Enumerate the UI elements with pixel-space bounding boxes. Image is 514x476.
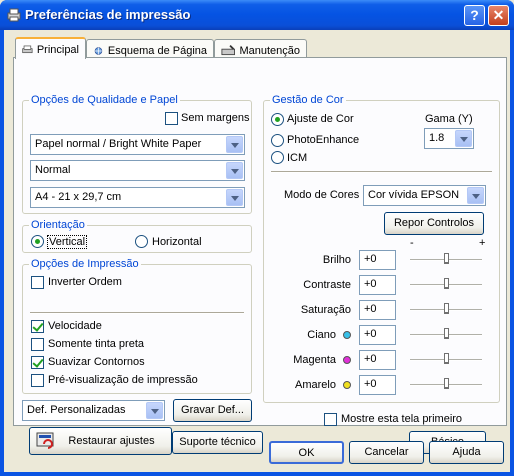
client-area: Principal Esquema de Página Manutenção O… — [4, 30, 510, 472]
quality-select[interactable]: Normal — [30, 160, 245, 181]
chevron-down-icon[interactable] — [455, 130, 472, 147]
tab-label: Esquema de Página — [107, 44, 207, 57]
landscape-radio[interactable] — [135, 235, 148, 248]
title-bar[interactable]: Preferências de impressão ? ✕ — [0, 0, 514, 30]
selected-value: A4 - 21 x 29,7 cm — [35, 191, 122, 203]
print-preview-checkbox[interactable] — [31, 374, 44, 387]
edge-smoothing-checkbox[interactable] — [31, 356, 44, 369]
icm-label: ICM — [287, 152, 308, 164]
brightness-input[interactable]: +0 — [359, 250, 396, 270]
printer-icon — [7, 8, 21, 22]
slider-label: Magenta — [293, 354, 336, 366]
black-ink-checkbox[interactable] — [31, 338, 44, 351]
borderless-label: Sem margens — [181, 112, 250, 124]
reverse-order-label: Inverter Ordem — [48, 276, 122, 288]
brightness-slider-thumb[interactable] — [444, 253, 449, 264]
color-controls-label: Ajuste de Cor — [287, 113, 354, 125]
selected-value: Def. Personalizadas — [27, 404, 126, 416]
cancel-button[interactable]: Cancelar — [349, 441, 424, 464]
group-legend: Opções de Impressão — [31, 258, 139, 270]
slider-label: Contraste — [303, 279, 351, 291]
window-title: Preferências de impressão — [25, 7, 191, 22]
printer-icon — [22, 45, 33, 54]
photoenhance-label: PhotoEnhance — [287, 134, 360, 146]
contrast-input[interactable]: +0 — [359, 275, 396, 295]
gamma-label: Gama (Y) — [425, 113, 473, 125]
saturation-slider-thumb[interactable] — [444, 303, 449, 314]
print-preview-label: Pré-visualização de impressão — [48, 374, 198, 386]
slider-label: Brilho — [322, 254, 351, 266]
paper-type-select[interactable]: Papel normal / Bright White Paper — [30, 134, 245, 155]
ok-button[interactable]: OK — [269, 441, 344, 464]
show-first-checkbox[interactable] — [324, 413, 337, 426]
icm-radio[interactable] — [271, 151, 284, 164]
magenta-slider-thumb[interactable] — [444, 353, 449, 364]
tab-maintenance[interactable]: Manutenção — [214, 39, 307, 59]
help-title-button[interactable]: ? — [464, 5, 485, 26]
gamma-select[interactable]: 1.8 — [424, 128, 474, 149]
portrait-label: Vertical — [47, 235, 88, 249]
dialog-window: Preferências de impressão ? ✕ Principal … — [0, 0, 514, 476]
contrast-slider-thumb[interactable] — [444, 278, 449, 289]
yellow-slider-thumb[interactable] — [444, 378, 449, 389]
group-legend: Orientação — [31, 219, 85, 231]
technical-support-button[interactable]: Suporte técnico — [172, 431, 263, 454]
paper-size-select[interactable]: A4 - 21 x 29,7 cm — [30, 187, 245, 208]
saturation-input[interactable]: +0 — [359, 300, 396, 320]
custom-settings-select[interactable]: Def. Personalizadas — [22, 400, 165, 421]
slider-label: Saturação — [300, 304, 351, 316]
reset-controls-button[interactable]: Repor Controlos — [384, 212, 484, 235]
tools-icon — [221, 44, 236, 55]
photoenhance-radio[interactable] — [271, 134, 284, 147]
plus-label: + — [479, 237, 486, 249]
high-speed-label: Velocidade — [48, 320, 102, 332]
show-first-label: Mostre esta tela primeiro — [341, 413, 463, 425]
selected-value: Normal — [35, 164, 71, 176]
borderless-checkbox[interactable] — [165, 112, 178, 125]
yellow-input[interactable]: +0 — [359, 375, 396, 395]
close-button[interactable]: ✕ — [488, 5, 509, 26]
portrait-radio[interactable] — [31, 235, 44, 248]
restore-icon — [36, 432, 54, 449]
help-button[interactable]: Ajuda — [429, 441, 504, 464]
minus-label: - — [410, 237, 414, 249]
divider — [30, 312, 244, 314]
selected-value: Cor vívida EPSON — [368, 189, 460, 201]
edge-smoothing-label: Suavizar Contornos — [48, 356, 145, 368]
color-mode-label: Modo de Cores — [284, 189, 360, 201]
tab-label: Principal — [36, 44, 79, 56]
cyan-slider-thumb[interactable] — [444, 328, 449, 339]
yellow-dot-icon — [343, 381, 351, 389]
color-controls-radio[interactable] — [271, 113, 284, 126]
slider-label: Amarelo — [295, 379, 336, 391]
group-legend: Opções de Qualidade e Papel — [31, 94, 178, 106]
black-ink-label: Somente tinta preta — [48, 338, 145, 350]
cyan-dot-icon — [343, 331, 351, 339]
chevron-down-icon[interactable] — [146, 402, 163, 419]
tab-page-layout[interactable]: Esquema de Página — [86, 39, 214, 59]
tab-principal[interactable]: Principal — [15, 37, 86, 59]
restore-defaults-label: Restaurar ajustes — [68, 435, 155, 447]
high-speed-checkbox[interactable] — [31, 320, 44, 333]
layout-icon — [94, 46, 103, 55]
magenta-dot-icon — [343, 356, 351, 364]
group-legend: Gestão de Cor — [272, 94, 344, 106]
landscape-label: Horizontal — [152, 236, 202, 248]
cyan-input[interactable]: +0 — [359, 325, 396, 345]
color-mode-select[interactable]: Cor vívida EPSON — [363, 185, 486, 206]
tab-panel-principal: Opções de Qualidade e Papel Sem margens … — [13, 57, 507, 455]
slider-label: Ciano — [307, 329, 336, 341]
chevron-down-icon[interactable] — [226, 189, 243, 206]
magenta-input[interactable]: +0 — [359, 350, 396, 370]
restore-defaults-button[interactable]: Restaurar ajustes — [29, 427, 172, 455]
divider — [271, 171, 492, 173]
chevron-down-icon[interactable] — [467, 187, 484, 204]
save-settings-button[interactable]: Gravar Def... — [173, 399, 252, 422]
selected-value: 1.8 — [429, 132, 445, 144]
chevron-down-icon[interactable] — [226, 136, 243, 153]
reverse-order-checkbox[interactable] — [31, 276, 44, 289]
tab-label: Manutenção — [239, 44, 300, 57]
chevron-down-icon[interactable] — [226, 162, 243, 179]
selected-value: Papel normal / Bright White Paper — [35, 138, 202, 150]
